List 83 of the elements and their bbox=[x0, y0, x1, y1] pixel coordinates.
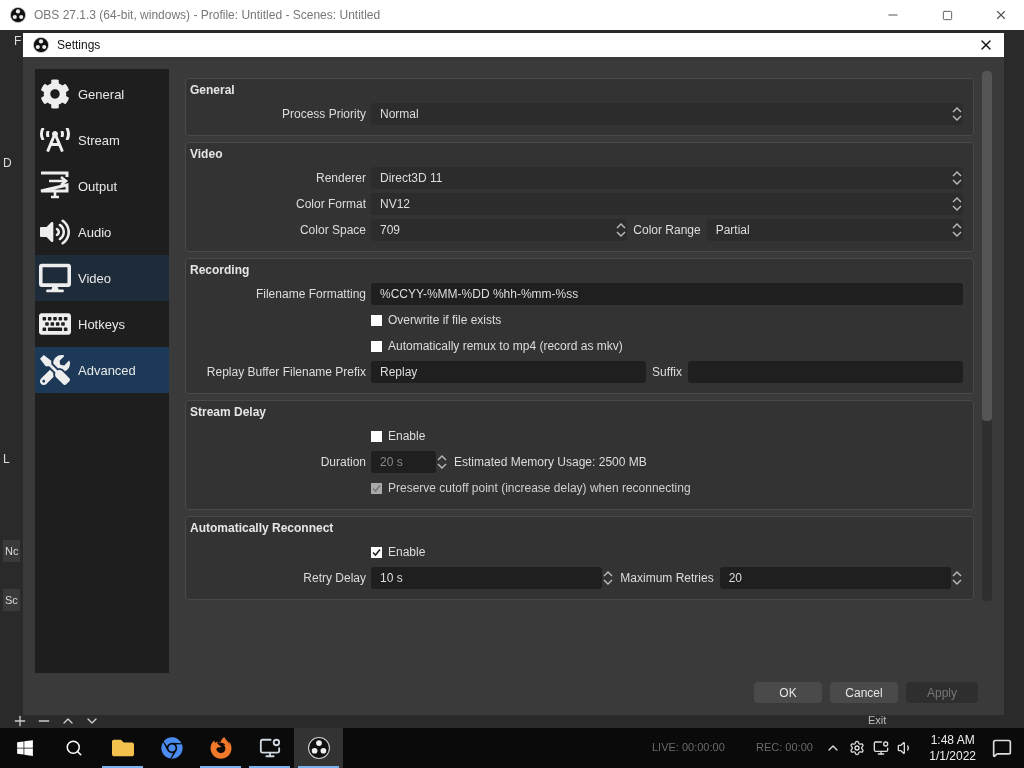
obs-logo-icon bbox=[10, 7, 26, 23]
number-field[interactable]: 10 s bbox=[371, 567, 603, 589]
select-field[interactable]: Direct3D 11 bbox=[371, 167, 963, 189]
up-down-arrows-icon[interactable] bbox=[615, 221, 628, 239]
number-field[interactable]: 20 bbox=[719, 567, 951, 589]
field-label: Filename Formatting bbox=[254, 287, 367, 301]
field-label: Color Range bbox=[632, 223, 702, 237]
clock[interactable]: 1:48 AM 1/1/2022 bbox=[921, 732, 984, 764]
checkbox-label: Automatically remux to mp4 (record as mkv) bbox=[388, 339, 623, 353]
checkbox-label: Preserve cutoff point (increase delay) when reconnecting bbox=[388, 481, 691, 495]
dialog-button[interactable]: Cancel bbox=[830, 682, 898, 703]
group-title: Video bbox=[190, 147, 224, 163]
chrome-icon bbox=[160, 737, 183, 759]
dock-title: Sc bbox=[3, 589, 20, 611]
sidebar-item[interactable]: Audio bbox=[35, 209, 169, 255]
obs-logo-icon bbox=[33, 37, 49, 53]
memory-usage-text: Estimated Memory Usage: 2500 MB bbox=[453, 455, 647, 469]
firefox-icon bbox=[209, 737, 232, 759]
group-title: Stream Delay bbox=[190, 405, 268, 421]
monitor-arrow-icon bbox=[39, 171, 71, 201]
checkbox[interactable] bbox=[371, 340, 382, 352]
field-label: Duration bbox=[319, 455, 367, 469]
checkbox-label: Enable bbox=[388, 429, 426, 443]
dock-title: Nc bbox=[3, 540, 21, 562]
obs-logo-icon bbox=[307, 737, 330, 759]
panel-text: D bbox=[3, 156, 12, 170]
gear-icon bbox=[40, 79, 70, 109]
field-label: Replay Buffer Filename Prefix bbox=[205, 365, 367, 379]
scrollbar[interactable] bbox=[982, 71, 992, 601]
select-field[interactable]: NV12 bbox=[371, 193, 963, 215]
text-field[interactable]: %CCYY-%MM-%DD %hh-%mm-%ss bbox=[371, 283, 963, 305]
tools-icon bbox=[40, 355, 70, 385]
checkbox[interactable] bbox=[371, 546, 382, 558]
group-title: General bbox=[190, 83, 236, 99]
field-label: Maximum Retries bbox=[619, 571, 715, 585]
sidebar-item[interactable]: Stream bbox=[35, 117, 169, 163]
window-title: OBS 27.1.3 (64-bit, windows) - Profile: Untitled - Scenes: Untitled bbox=[34, 8, 382, 22]
select-field[interactable]: Partial bbox=[706, 219, 963, 241]
field-label: Suffix bbox=[651, 365, 683, 379]
field-label: Color Format bbox=[295, 197, 367, 211]
gear-icon[interactable] bbox=[849, 740, 866, 756]
sidebar-item[interactable]: Hotkeys bbox=[35, 301, 169, 347]
dialog-button[interactable]: OK bbox=[754, 682, 822, 703]
speaker-icon bbox=[40, 217, 70, 247]
up-down-arrows-icon[interactable] bbox=[951, 195, 963, 213]
up-down-arrows-icon[interactable] bbox=[951, 105, 963, 123]
group-title: Automatically Reconnect bbox=[190, 521, 335, 537]
broadcast-tower-icon bbox=[40, 125, 70, 155]
text-field[interactable]: Replay bbox=[371, 361, 647, 383]
panel-text: L bbox=[3, 452, 10, 466]
search-icon bbox=[64, 739, 83, 757]
field-label: Retry Delay bbox=[302, 571, 367, 585]
select-field[interactable]: Normal bbox=[371, 103, 963, 125]
monitor-icon bbox=[39, 262, 71, 294]
field-label: Renderer bbox=[314, 171, 367, 185]
checkbox[interactable] bbox=[371, 314, 382, 326]
sidebar-item[interactable]: Advanced bbox=[35, 347, 169, 393]
up-down-arrows-icon[interactable] bbox=[951, 169, 963, 187]
checkbox-label: Enable bbox=[388, 545, 426, 559]
up-down-arrows-icon[interactable] bbox=[602, 569, 615, 587]
up-down-arrows-icon[interactable] bbox=[436, 453, 448, 471]
exit-button[interactable]: Exit bbox=[868, 714, 887, 726]
field-label: Color Space bbox=[298, 223, 367, 237]
status-text: REC: 00:00 bbox=[756, 741, 813, 753]
group-title: Recording bbox=[190, 263, 251, 279]
menu-item[interactable]: F bbox=[14, 34, 22, 48]
windows-logo-icon bbox=[15, 739, 34, 757]
sidebar-item[interactable]: Output bbox=[35, 163, 169, 209]
select-field[interactable]: 709 bbox=[371, 219, 628, 241]
add-icon[interactable] bbox=[12, 713, 28, 729]
status-text: LIVE: 00:00:00 bbox=[652, 741, 725, 753]
field-label: Process Priority bbox=[280, 107, 367, 121]
checkbox-label: Overwrite if file exists bbox=[388, 313, 502, 327]
up-down-arrows-icon[interactable] bbox=[951, 569, 963, 587]
notification-icon[interactable] bbox=[992, 738, 1012, 758]
dialog-title: Settings bbox=[57, 38, 102, 52]
checkbox[interactable] bbox=[371, 430, 382, 442]
up-down-arrows-icon[interactable] bbox=[951, 221, 963, 239]
sidebar-item[interactable]: Video bbox=[35, 255, 169, 301]
sidebar-item[interactable]: General bbox=[35, 71, 169, 117]
taskbar-app-button[interactable] bbox=[294, 728, 343, 768]
monitor-app-icon bbox=[258, 737, 281, 759]
folder-icon bbox=[111, 737, 134, 759]
